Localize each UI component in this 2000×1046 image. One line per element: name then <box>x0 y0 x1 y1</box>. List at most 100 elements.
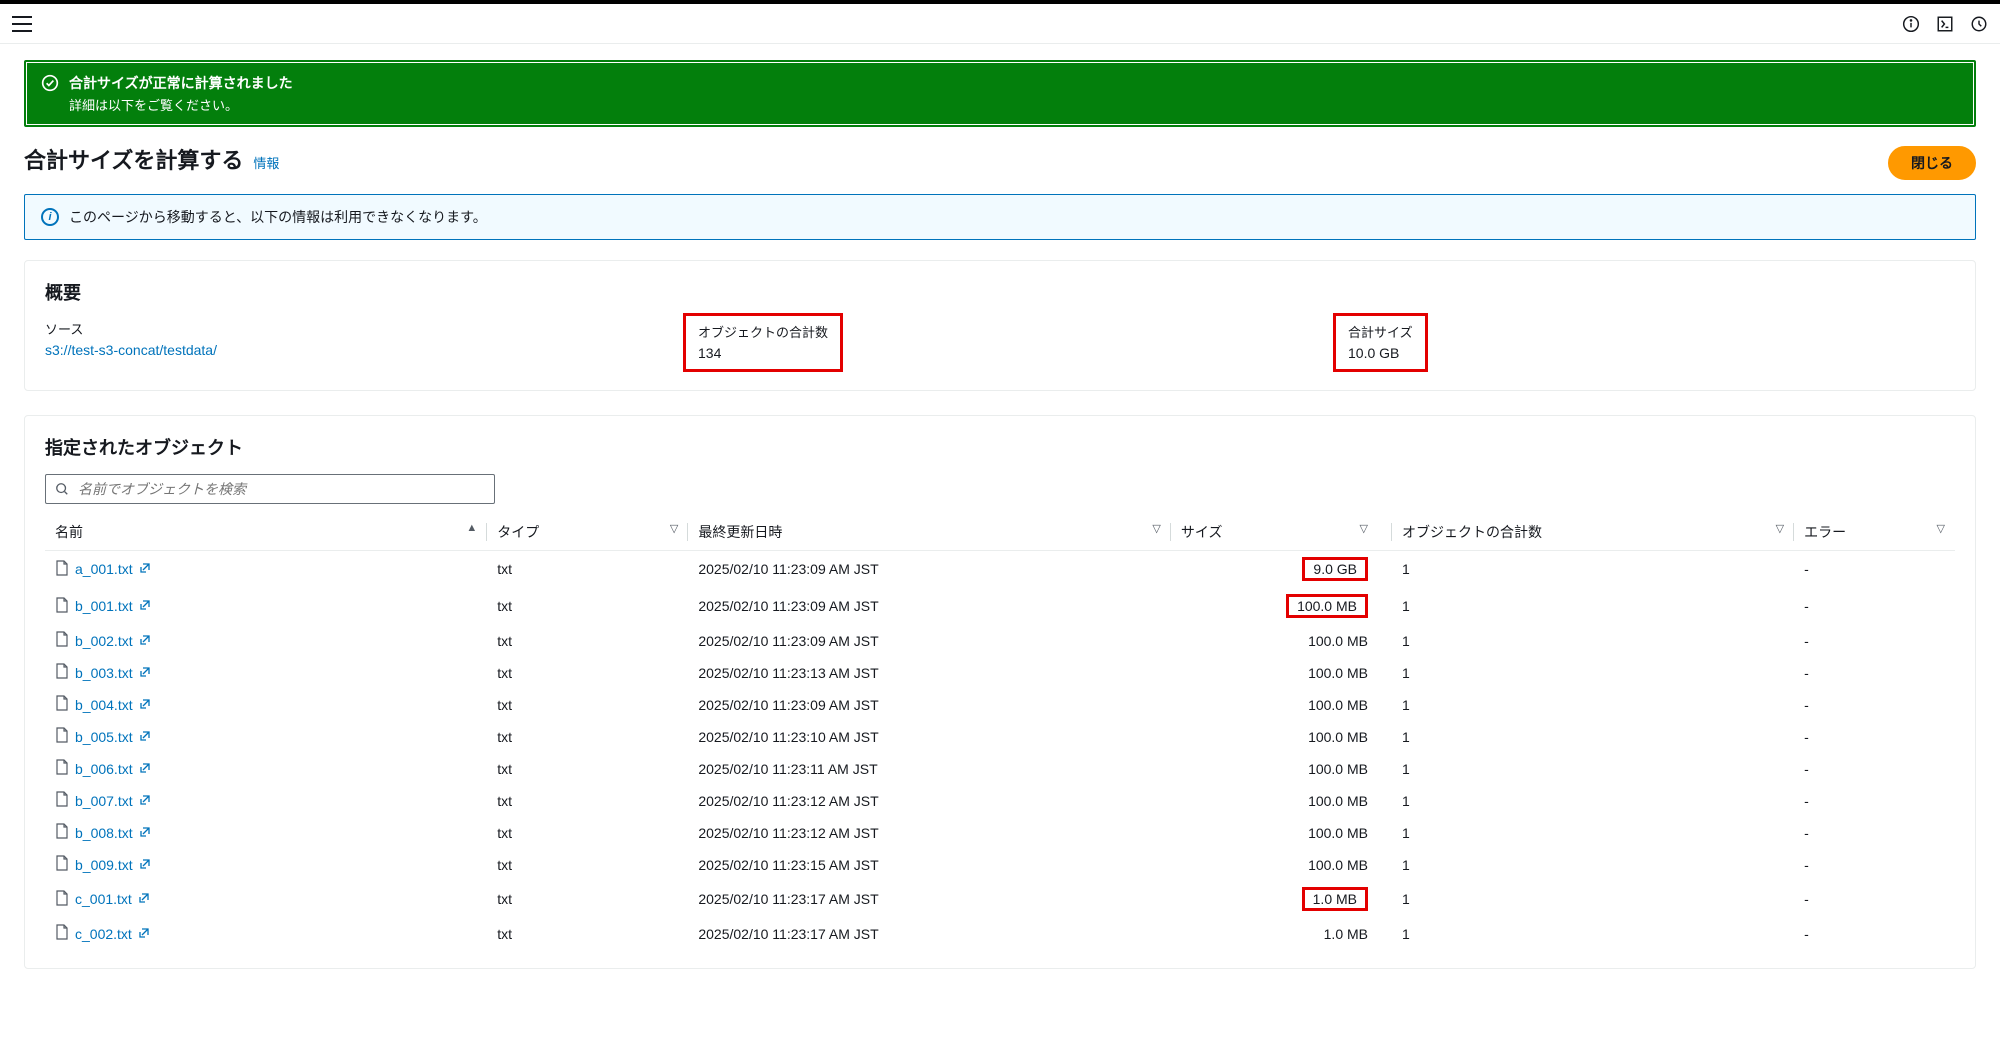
cell-count: 1 <box>1392 588 1794 625</box>
success-alert-title: 合計サイズが正常に計算されました <box>69 73 293 93</box>
file-icon <box>55 759 69 778</box>
file-link[interactable]: c_001.txt <box>75 891 132 907</box>
cell-size: 100.0 MB <box>1171 753 1392 785</box>
external-link-icon[interactable] <box>139 729 151 745</box>
cell-type: txt <box>487 785 688 817</box>
external-link-icon[interactable] <box>138 891 150 907</box>
cell-size: 100.0 MB <box>1171 849 1392 881</box>
objects-panel-title: 指定されたオブジェクト <box>45 434 1955 460</box>
cell-error: - <box>1794 881 1955 918</box>
cell-updated: 2025/02/10 11:23:17 AM JST <box>688 918 1171 950</box>
main-content: 合計サイズが正常に計算されました 詳細は以下をご覧ください。 合計サイズを計算す… <box>0 44 2000 1009</box>
file-link[interactable]: a_001.txt <box>75 561 133 577</box>
info-alert: i このページから移動すると、以下の情報は利用できなくなります。 <box>24 194 1976 240</box>
info-circle-icon[interactable] <box>1902 15 1920 33</box>
summary-panel-title: 概要 <box>45 279 1955 305</box>
file-link[interactable]: b_002.txt <box>75 633 133 649</box>
file-link[interactable]: c_002.txt <box>75 926 132 942</box>
col-header-count[interactable]: オブジェクトの合計数▽ <box>1392 514 1794 551</box>
summary-source: ソース s3://test-s3-concat/testdata/ <box>45 319 655 372</box>
col-header-type[interactable]: タイプ▽ <box>487 514 688 551</box>
file-link[interactable]: b_005.txt <box>75 729 133 745</box>
cell-count: 1 <box>1392 689 1794 721</box>
table-row: b_009.txttxt2025/02/10 11:23:15 AM JST10… <box>45 849 1955 881</box>
highlight-box-count: オブジェクトの合計数 134 <box>683 313 843 372</box>
file-link[interactable]: b_009.txt <box>75 857 133 873</box>
cell-count: 1 <box>1392 817 1794 849</box>
file-link[interactable]: b_006.txt <box>75 761 133 777</box>
table-header-row: 名前▲ タイプ▽ 最終更新日時▽ サイズ▽ オブジェクトの合計数▽ エラー▽ <box>45 514 1955 551</box>
cell-count: 1 <box>1392 785 1794 817</box>
col-header-name[interactable]: 名前▲ <box>45 514 487 551</box>
file-cell: c_001.txt <box>55 890 477 909</box>
success-alert: 合計サイズが正常に計算されました 詳細は以下をご覧ください。 <box>24 60 1976 127</box>
cell-type: txt <box>487 817 688 849</box>
summary-source-link[interactable]: s3://test-s3-concat/testdata/ <box>45 342 217 358</box>
external-link-icon[interactable] <box>139 793 151 809</box>
cell-error: - <box>1794 657 1955 689</box>
cell-count: 1 <box>1392 551 1794 588</box>
col-header-error[interactable]: エラー▽ <box>1794 514 1955 551</box>
summary-source-label: ソース <box>45 319 655 338</box>
cell-type: txt <box>487 588 688 625</box>
file-icon <box>55 663 69 682</box>
external-link-icon[interactable] <box>139 761 151 777</box>
file-link[interactable]: b_001.txt <box>75 598 133 614</box>
file-cell: a_001.txt <box>55 560 477 579</box>
hamburger-menu-icon[interactable] <box>12 16 32 32</box>
cell-type: txt <box>487 918 688 950</box>
file-icon <box>55 560 69 579</box>
table-row: b_006.txttxt2025/02/10 11:23:11 AM JST10… <box>45 753 1955 785</box>
external-link-icon[interactable] <box>138 926 150 942</box>
cell-updated: 2025/02/10 11:23:12 AM JST <box>688 817 1171 849</box>
external-link-icon[interactable] <box>139 697 151 713</box>
cell-error: - <box>1794 689 1955 721</box>
cell-error: - <box>1794 918 1955 950</box>
external-link-icon[interactable] <box>139 857 151 873</box>
file-cell: b_006.txt <box>55 759 477 778</box>
external-link-icon[interactable] <box>139 598 151 614</box>
cell-updated: 2025/02/10 11:23:17 AM JST <box>688 881 1171 918</box>
table-row: a_001.txttxt2025/02/10 11:23:09 AM JST9.… <box>45 551 1955 588</box>
file-icon <box>55 823 69 842</box>
table-row: b_002.txttxt2025/02/10 11:23:09 AM JST10… <box>45 625 1955 657</box>
file-icon <box>55 855 69 874</box>
summary-count-value: 134 <box>698 345 828 361</box>
summary-grid: ソース s3://test-s3-concat/testdata/ オブジェクト… <box>45 319 1955 372</box>
objects-panel: 指定されたオブジェクト 名前▲ タイプ▽ 最終更新日時▽ サイズ▽ オブジェクト… <box>24 415 1976 969</box>
cell-count: 1 <box>1392 849 1794 881</box>
external-link-icon[interactable] <box>139 561 151 577</box>
search-wrap <box>45 474 495 504</box>
file-link[interactable]: b_008.txt <box>75 825 133 841</box>
search-icon <box>55 482 69 496</box>
summary-size-label: 合計サイズ <box>1348 322 1413 341</box>
external-link-icon[interactable] <box>139 633 151 649</box>
table-row: c_001.txttxt2025/02/10 11:23:17 AM JST1.… <box>45 881 1955 918</box>
table-row: b_004.txttxt2025/02/10 11:23:09 AM JST10… <box>45 689 1955 721</box>
summary-count: オブジェクトの合計数 134 <box>695 319 1305 372</box>
cell-updated: 2025/02/10 11:23:09 AM JST <box>688 689 1171 721</box>
cell-type: txt <box>487 689 688 721</box>
cell-updated: 2025/02/10 11:23:09 AM JST <box>688 551 1171 588</box>
file-link[interactable]: b_007.txt <box>75 793 133 809</box>
info-link[interactable]: 情報 <box>253 153 279 172</box>
col-header-size[interactable]: サイズ▽ <box>1171 514 1392 551</box>
search-input[interactable] <box>45 474 495 504</box>
cell-error: - <box>1794 785 1955 817</box>
external-link-icon[interactable] <box>139 825 151 841</box>
cell-error: - <box>1794 625 1955 657</box>
cell-size: 100.0 MB <box>1171 817 1392 849</box>
external-link-icon[interactable] <box>139 665 151 681</box>
file-icon <box>55 924 69 943</box>
file-link[interactable]: b_003.txt <box>75 665 133 681</box>
close-button[interactable]: 閉じる <box>1888 146 1976 180</box>
cell-type: txt <box>487 753 688 785</box>
table-row: b_007.txttxt2025/02/10 11:23:12 AM JST10… <box>45 785 1955 817</box>
col-header-updated[interactable]: 最終更新日時▽ <box>688 514 1171 551</box>
cloudshell-icon[interactable] <box>1936 15 1954 33</box>
file-link[interactable]: b_004.txt <box>75 697 133 713</box>
clock-refresh-icon[interactable] <box>1970 15 1988 33</box>
summary-panel: 概要 ソース s3://test-s3-concat/testdata/ オブジ… <box>24 260 1976 391</box>
cell-type: txt <box>487 657 688 689</box>
success-alert-subtitle: 詳細は以下をご覧ください。 <box>69 95 293 114</box>
